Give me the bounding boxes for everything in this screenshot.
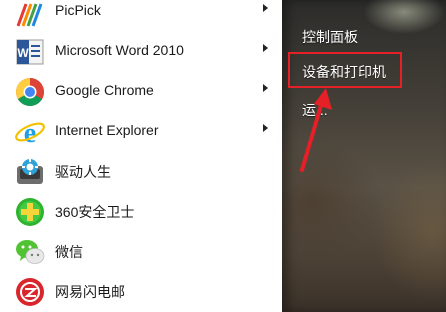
program-label: 微信 [55,244,83,260]
program-item-netease-mail[interactable]: 网易闪电邮 [0,272,282,312]
picpick-icon [16,3,43,27]
submenu-arrow-icon [263,124,268,132]
word-icon: W [16,39,44,65]
submenu-arrow-icon [263,84,268,92]
program-item-chrome[interactable]: Google Chrome [0,72,282,112]
program-label: 驱动人生 [55,164,111,180]
program-label: PicPick [55,2,101,18]
driver-life-icon [17,159,43,184]
program-item-picpick[interactable]: PicPick [0,0,282,32]
submenu-arrow-icon [263,4,268,12]
360-security-icon [16,198,44,226]
chrome-icon [16,78,44,106]
program-item-360-security[interactable]: 360安全卫士 [0,192,282,232]
svg-text:e: e [24,118,36,148]
wechat-icon [16,240,45,264]
program-label: Microsoft Word 2010 [55,42,184,58]
control-panel-link[interactable]: 控制面板 [302,27,358,47]
program-label: Google Chrome [55,82,154,98]
program-label: 网易闪电邮 [55,284,125,300]
program-item-wechat[interactable]: 微信 [0,232,282,272]
start-menu-programs-pane: PicPick W Microsoft Word 2010 Google Chr… [0,0,282,312]
program-item-word[interactable]: W Microsoft Word 2010 [0,32,282,72]
program-item-internet-explorer[interactable]: e Internet Explorer [0,112,282,152]
submenu-arrow-icon [263,44,268,52]
svg-text:W: W [17,46,29,60]
ie-icon: e [15,118,45,148]
program-item-driver-life[interactable]: 驱动人生 [0,152,282,192]
netease-mail-icon [16,278,44,306]
program-label: Internet Explorer [55,122,159,138]
program-label: 360安全卫士 [55,204,135,220]
red-arrow-icon [300,88,332,172]
